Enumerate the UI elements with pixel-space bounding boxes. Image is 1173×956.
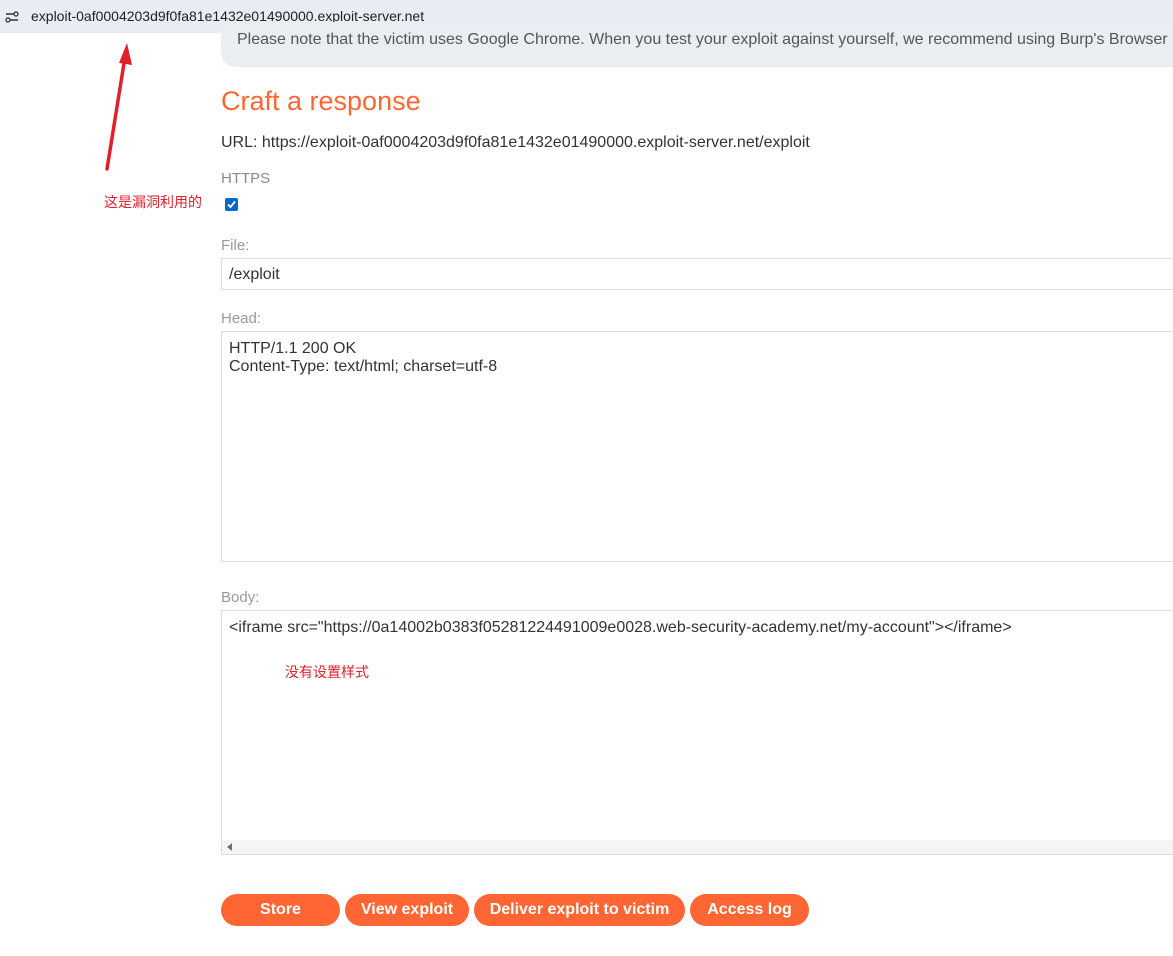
https-checkbox[interactable]: [225, 198, 238, 211]
file-input-value: /exploit: [229, 266, 280, 283]
store-button[interactable]: Store: [221, 894, 340, 926]
file-input[interactable]: /exploit: [221, 258, 1173, 290]
annotation-arrow-icon: [105, 43, 132, 171]
check-icon: [227, 200, 236, 209]
view-exploit-button[interactable]: View exploit: [345, 894, 469, 926]
head-label: Head:: [221, 310, 262, 327]
annotation-style-note: 没有设置样式: [285, 664, 369, 680]
file-label: File:: [221, 237, 250, 254]
horizontal-scrollbar[interactable]: [222, 840, 1173, 854]
deliver-exploit-button[interactable]: Deliver exploit to victim: [474, 894, 685, 926]
body-label: Body:: [221, 589, 260, 606]
https-label: HTTPS: [221, 170, 271, 187]
head-textarea[interactable]: HTTP/1.1 200 OK Content-Type: text/html;…: [221, 331, 1173, 562]
head-textarea-value: HTTP/1.1 200 OK Content-Type: text/html;…: [229, 340, 498, 375]
scroll-left-arrow-icon[interactable]: [227, 843, 232, 851]
annotation-exploit-note: 这是漏洞利用的: [104, 194, 202, 210]
body-textarea-value: <iframe src="https://0a14002b0383f052812…: [229, 619, 1012, 636]
page-title: Craft a response: [221, 86, 421, 116]
exploit-url: URL: https://exploit-0af0004203d9f0fa81e…: [221, 134, 810, 151]
site-info-icon[interactable]: [4, 9, 20, 25]
chrome-notice-banner: Please note that the victim uses Google …: [221, 22, 1173, 67]
body-textarea[interactable]: <iframe src="https://0a14002b0383f052812…: [221, 610, 1173, 855]
access-log-button[interactable]: Access log: [690, 894, 809, 926]
notice-text: Please note that the victim uses Google …: [237, 31, 1168, 48]
